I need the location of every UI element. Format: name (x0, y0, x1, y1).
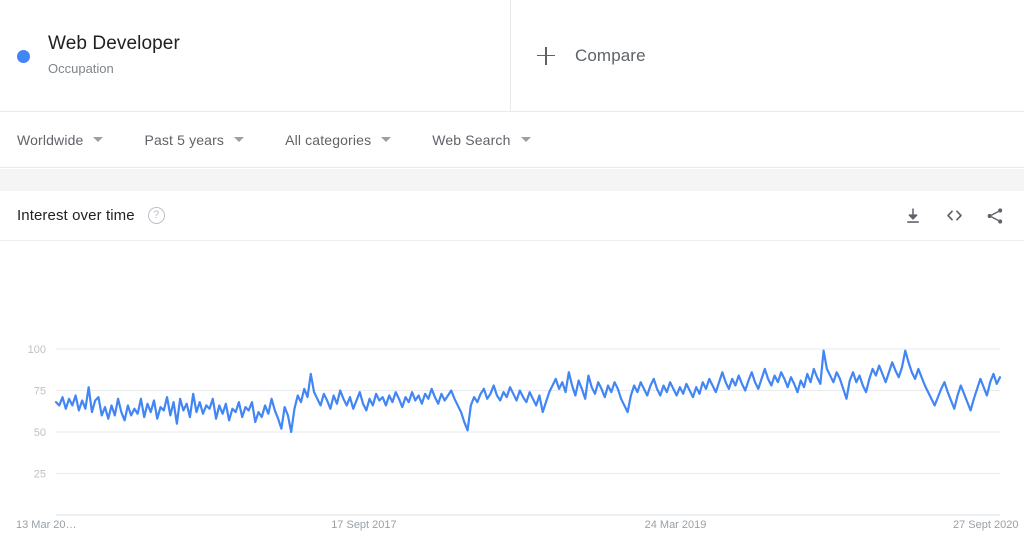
search-term-subtitle: Occupation (48, 61, 114, 76)
svg-text:25: 25 (34, 469, 46, 481)
svg-text:50: 50 (34, 427, 46, 439)
series-color-dot-icon (17, 50, 30, 63)
search-type-filter[interactable]: Web Search (432, 112, 531, 167)
share-icon[interactable] (984, 205, 1006, 227)
time-range-filter[interactable]: Past 5 years (144, 112, 245, 167)
chevron-down-icon (93, 137, 104, 142)
card-header: Interest over time ? (0, 191, 1024, 241)
chevron-down-icon (520, 137, 531, 142)
embed-code-icon[interactable] (943, 205, 965, 227)
card-actions (902, 205, 1006, 227)
page-title: Interest over time (17, 207, 135, 224)
time-range-filter-label: Past 5 years (144, 131, 225, 148)
help-icon[interactable]: ? (147, 207, 165, 224)
compare-label: Compare (575, 45, 646, 65)
category-filter[interactable]: All categories (285, 112, 392, 167)
trends-line-chart: 25 50 75 100 13 Mar 20… 17 Sept 2017 24 Mar 20… (16, 344, 1018, 531)
svg-text:75: 75 (34, 386, 46, 398)
svg-text:27 Sept 2020: 27 Sept 2020 (953, 519, 1018, 531)
svg-text:13 Mar 20…: 13 Mar 20… (16, 519, 77, 531)
location-filter[interactable]: Worldwide (17, 112, 104, 167)
add-comparison-button[interactable]: Compare (512, 0, 1024, 111)
section-divider (0, 169, 1024, 191)
svg-text:24 Mar 2019: 24 Mar 2019 (645, 519, 707, 531)
interest-over-time-chart[interactable]: 25 50 75 100 13 Mar 20… 17 Sept 2017 24 Mar 20… (0, 241, 1024, 541)
search-term-title: Web Developer (48, 33, 180, 54)
search-term-header: Web Developer Occupation Compare (0, 0, 1024, 112)
search-term-panel[interactable]: Web Developer Occupation (0, 0, 511, 111)
chevron-down-icon (381, 137, 392, 142)
search-type-filter-label: Web Search (432, 131, 511, 148)
interest-over-time-card: Interest over time ? 25 50 75 100 13 Mar… (0, 191, 1024, 543)
svg-text:100: 100 (28, 344, 46, 356)
location-filter-label: Worldwide (17, 131, 84, 148)
download-icon[interactable] (902, 205, 924, 227)
chevron-down-icon (234, 137, 245, 142)
trends-page: Web Developer Occupation Compare Worldwi… (0, 0, 1024, 543)
plus-icon (537, 46, 555, 65)
filter-bar: Worldwide Past 5 years All categories We… (0, 112, 1024, 168)
svg-text:17 Sept 2017: 17 Sept 2017 (331, 519, 396, 531)
category-filter-label: All categories (285, 131, 372, 148)
